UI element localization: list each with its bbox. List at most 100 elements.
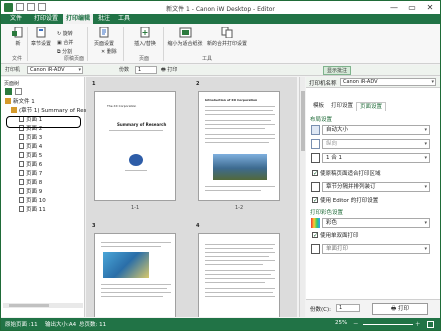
zoom-slider[interactable] xyxy=(363,324,413,325)
paper-size-icon xyxy=(311,125,320,135)
combine-print-setting-button[interactable]: 新的合并打印设置 xyxy=(207,27,247,47)
page-thumbnail-3[interactable] xyxy=(94,233,176,317)
chapter-icon xyxy=(11,107,17,113)
page-icon xyxy=(19,197,24,203)
minimize-button[interactable]: — xyxy=(385,1,403,14)
split-button[interactable]: ⧉ 分割 xyxy=(57,48,72,55)
orientation-select[interactable]: 纵向 ▾ xyxy=(322,139,430,149)
chapter-finish-select[interactable]: 章节分隔并排列装订 ▾ xyxy=(322,182,430,192)
checkbox-checked-icon xyxy=(312,196,318,205)
horizontal-scrollbar[interactable] xyxy=(3,303,83,308)
tree-item-page-8[interactable]: 页面 8 xyxy=(19,179,42,187)
print-toolbar-button[interactable]: 🖶 打印 xyxy=(161,66,177,75)
scrollbar-thumb[interactable] xyxy=(9,304,49,307)
use-editor-settings-checkbox[interactable]: 使用 Editor 的打印设置 xyxy=(312,196,378,206)
title-bar: 新文件 1 - Canon iW Desktop - Editor — ▭ ✕ xyxy=(1,1,440,14)
fit-print-area-checkbox[interactable]: 使原稿页面适合打印区域 xyxy=(312,169,381,179)
zoom-in-button[interactable]: ＋ xyxy=(415,320,421,328)
paper-size-select[interactable]: 自动大小 ▾ xyxy=(322,125,430,135)
text-line xyxy=(101,288,167,289)
tab-annotation[interactable]: 批注 xyxy=(95,14,113,24)
tree-item-page-10[interactable]: 页面 10 xyxy=(19,197,46,205)
tree-item-page-11[interactable]: 页面 11 xyxy=(19,206,46,214)
text-line xyxy=(205,142,269,143)
page-thumbnail-2[interactable]: Introduction of XX Corporation xyxy=(198,91,280,201)
new-document-button[interactable]: 新 xyxy=(7,27,29,47)
close-button[interactable]: ✕ xyxy=(421,1,439,14)
page-heading: Introduction of XX Corporation xyxy=(205,98,258,102)
fit-page-icon[interactable] xyxy=(427,321,434,328)
page-setting-button[interactable]: 页面设置 xyxy=(91,27,117,47)
chevron-down-icon: ▾ xyxy=(424,220,427,226)
text-line xyxy=(205,114,275,115)
tree-item-page-3[interactable]: 页面 3 xyxy=(19,134,42,142)
page-icon xyxy=(19,179,24,185)
tree-item-page-5[interactable]: 页面 5 xyxy=(19,152,42,160)
ribbon-tabs: 文件 打印设置 打印编辑 批注 工具 xyxy=(1,14,440,24)
tree-item-document[interactable]: 新文件 1 xyxy=(5,98,35,106)
tab-print-edit[interactable]: 打印编辑 xyxy=(63,14,94,24)
save-quick-icon[interactable] xyxy=(16,3,24,11)
settings-printer-select[interactable]: Canon iR-ADV ▾ xyxy=(340,78,436,86)
tab-tools[interactable]: 工具 xyxy=(115,14,133,24)
tree-item-page-7[interactable]: 页面 7 xyxy=(19,170,42,178)
zoom-out-button[interactable]: － xyxy=(353,320,359,328)
orientation-icon xyxy=(311,139,320,149)
print-toolbar: 打印机 Canon iR-ADV ▾ 份数 1 🖶 打印 显示批注 xyxy=(1,65,440,76)
copies-input[interactable]: 1 xyxy=(135,66,157,74)
zoom-fit-button[interactable]: 缩小为适合纸张 xyxy=(165,27,205,47)
scrollbar-thumb[interactable] xyxy=(301,91,305,151)
insert-page-icon xyxy=(140,27,149,38)
page-number: 1 xyxy=(92,81,96,87)
rotate-button[interactable]: ↻ 旋转 xyxy=(57,30,73,37)
tree-item-page-9[interactable]: 页面 9 xyxy=(19,188,42,196)
tab-template[interactable]: 模板 xyxy=(310,102,327,111)
combine-button[interactable]: ▣ 合并 xyxy=(57,39,73,46)
duplex-checkbox[interactable]: 使用单双面打印 xyxy=(312,231,359,241)
printer-select[interactable]: Canon iR-ADV ▾ xyxy=(27,66,83,74)
color-mode-select[interactable]: 彩色 ▾ xyxy=(322,218,430,228)
tab-file[interactable]: 文件 xyxy=(7,14,25,24)
maximize-button[interactable]: ▭ xyxy=(403,1,421,14)
expand-icon[interactable] xyxy=(15,88,22,95)
undo-quick-icon[interactable] xyxy=(27,3,35,11)
printer-icon: 🖶 xyxy=(391,306,398,312)
group-label-original-pages: 原稿页面 xyxy=(63,56,84,62)
document-icon xyxy=(5,98,11,104)
tab-page-settings[interactable]: 页面设置 xyxy=(356,102,387,111)
show-annotation-button[interactable]: 显示批注 xyxy=(323,66,352,75)
tab-print-settings[interactable]: 打印设置 xyxy=(31,14,61,24)
tree-item-page-4[interactable]: 页面 4 xyxy=(19,143,42,151)
text-line xyxy=(205,110,273,111)
text-line xyxy=(205,244,275,245)
n-up-select[interactable]: 1 合 1 ▾ xyxy=(322,153,430,163)
zoom-level: 25% xyxy=(335,320,348,326)
page-heading: The XX Corporation xyxy=(107,104,137,108)
add-icon[interactable] xyxy=(5,88,12,95)
page-label: 1-1 xyxy=(131,205,140,211)
text-line xyxy=(101,296,163,297)
print-button[interactable]: 🖶 打印 xyxy=(372,303,428,315)
delete-button[interactable]: ✕ 删除 xyxy=(101,48,117,55)
duplex-select[interactable]: 单面打印 ▾ xyxy=(322,244,430,254)
vertical-scrollbar[interactable] xyxy=(299,77,305,317)
page-thumbnail-4[interactable] xyxy=(198,233,280,317)
chevron-down-icon: ▾ xyxy=(424,127,427,133)
chapter-setting-button[interactable]: 章节设置 xyxy=(29,27,53,47)
chapter-finish-icon xyxy=(311,182,320,192)
redo-quick-icon[interactable] xyxy=(38,3,46,11)
ribbon: 新 章节设置 ↻ 旋转 ▣ 合并 ⧉ 分割 页面设置 ✕ 删除 插入/替换 缩小… xyxy=(1,24,440,64)
text-line xyxy=(205,248,273,249)
insert-replace-button[interactable]: 插入/替换 xyxy=(129,27,161,47)
footer-copies-input[interactable]: 1 xyxy=(336,304,360,312)
text-line xyxy=(205,282,265,283)
page-icon xyxy=(19,170,24,176)
text-line xyxy=(205,252,275,253)
text-line xyxy=(125,170,147,171)
tab-print-settings-panel[interactable]: 打印设置 xyxy=(328,102,356,111)
duplex-icon xyxy=(311,244,320,254)
page-icon xyxy=(19,134,24,140)
tree-item-page-6[interactable]: 页面 6 xyxy=(19,161,42,169)
page-thumbnail-1[interactable]: The XX Corporation Summary of Research xyxy=(94,91,176,201)
group-label-tools: 工具 xyxy=(201,56,212,62)
